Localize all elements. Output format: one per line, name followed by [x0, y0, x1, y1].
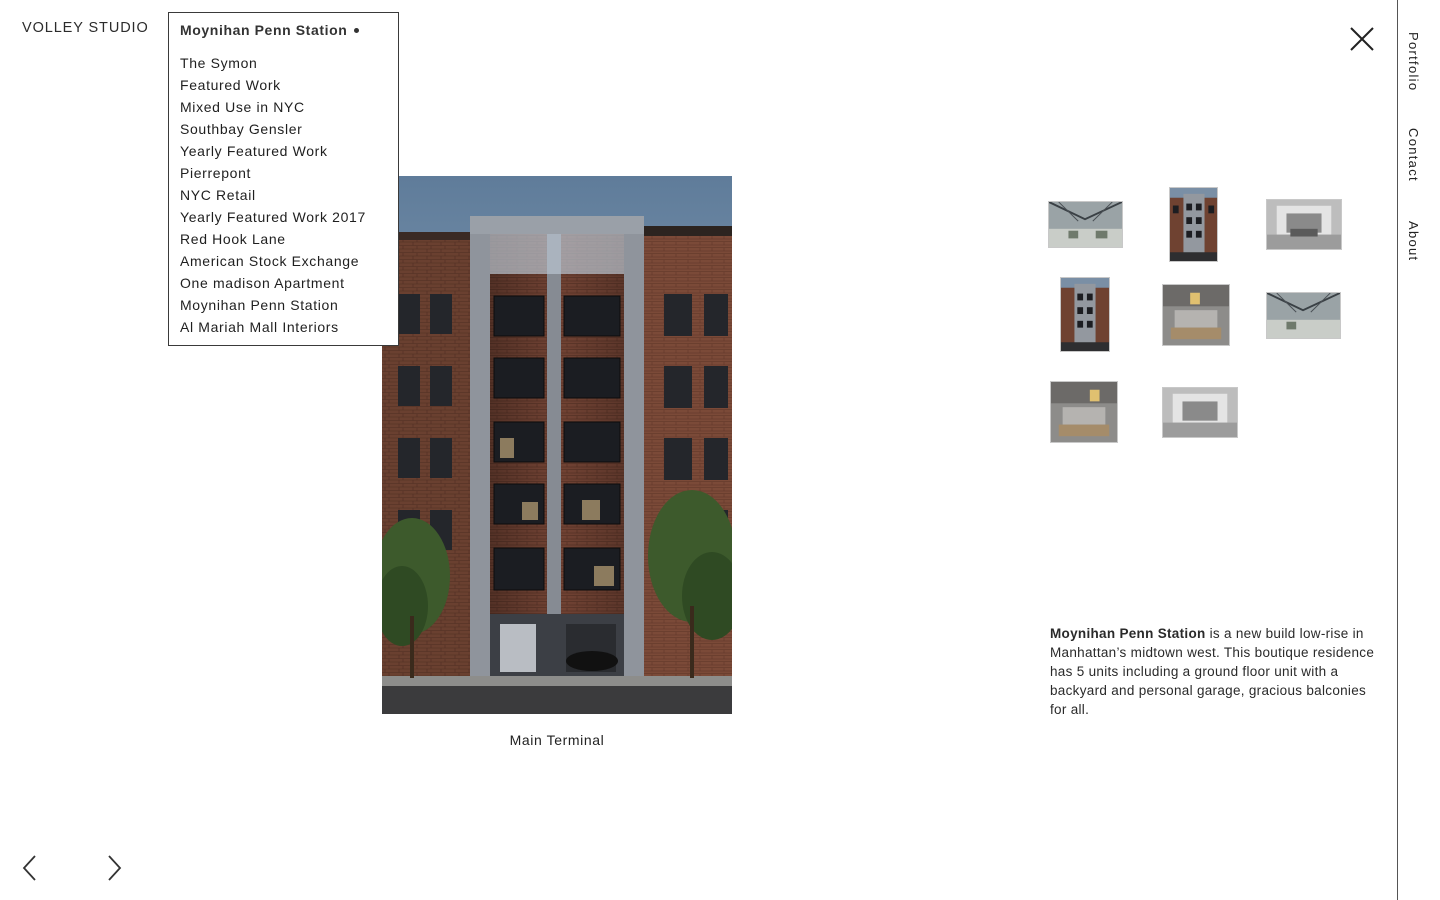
- project-item-yearly-featured-work[interactable]: Yearly Featured Work: [180, 141, 398, 163]
- current-project-label: Moynihan Penn Station: [180, 22, 348, 38]
- project-description: Moynihan Penn Station is a new build low…: [1050, 624, 1380, 719]
- thumbnail-1[interactable]: [1048, 201, 1123, 248]
- project-item-red-hook-lane[interactable]: Red Hook Lane: [180, 229, 398, 251]
- thumbnail-3[interactable]: [1266, 199, 1342, 250]
- project-dropdown-menu: Moynihan Penn Station The Symon Featured…: [168, 12, 399, 346]
- project-item-yearly-featured-work-2017[interactable]: Yearly Featured Work 2017: [180, 207, 398, 229]
- chevron-right-icon[interactable]: [106, 855, 122, 881]
- brand-logo[interactable]: VOLLEY STUDIO: [22, 20, 149, 36]
- description-title: Moynihan Penn Station: [1050, 626, 1206, 641]
- project-item-one-madison-apartment[interactable]: One madison Apartment: [180, 273, 398, 295]
- thumbnail-6[interactable]: [1266, 292, 1341, 339]
- thumbnail-5[interactable]: [1162, 284, 1230, 346]
- nav-portfolio[interactable]: Portfolio: [1406, 32, 1421, 91]
- chevron-left-icon[interactable]: [22, 855, 38, 881]
- project-dropdown-toggle[interactable]: Moynihan Penn Station: [180, 21, 398, 39]
- close-icon[interactable]: [1348, 25, 1376, 53]
- project-item-featured-work[interactable]: Featured Work: [180, 75, 398, 97]
- hero-caption: Main Terminal: [509, 732, 605, 748]
- thumbnail-4[interactable]: [1060, 277, 1110, 352]
- project-item-nyc-retail[interactable]: NYC Retail: [180, 185, 398, 207]
- side-nav: Portfolio Contact About: [1398, 0, 1440, 900]
- thumbnail-7[interactable]: [1050, 381, 1118, 443]
- project-item-pierrepont[interactable]: Pierrepont: [180, 163, 398, 185]
- project-item-the-symon[interactable]: The Symon: [180, 53, 398, 75]
- thumbnail-2[interactable]: [1169, 187, 1218, 262]
- hero-image: [382, 176, 732, 714]
- project-list: The Symon Featured Work Mixed Use in NYC…: [180, 53, 398, 339]
- project-item-moynihan-penn-station[interactable]: Moynihan Penn Station: [180, 295, 398, 317]
- project-item-southbay-gensler[interactable]: Southbay Gensler: [180, 119, 398, 141]
- thumbnail-8[interactable]: [1162, 387, 1238, 438]
- project-item-al-mariah-mall-interiors[interactable]: Al Mariah Mall Interiors: [180, 317, 398, 339]
- nav-contact[interactable]: Contact: [1406, 128, 1421, 182]
- dropdown-dot-icon: [354, 27, 360, 33]
- project-item-american-stock-exchange[interactable]: American Stock Exchange: [180, 251, 398, 273]
- project-item-mixed-use-nyc[interactable]: Mixed Use in NYC: [180, 97, 398, 119]
- nav-about[interactable]: About: [1406, 221, 1421, 261]
